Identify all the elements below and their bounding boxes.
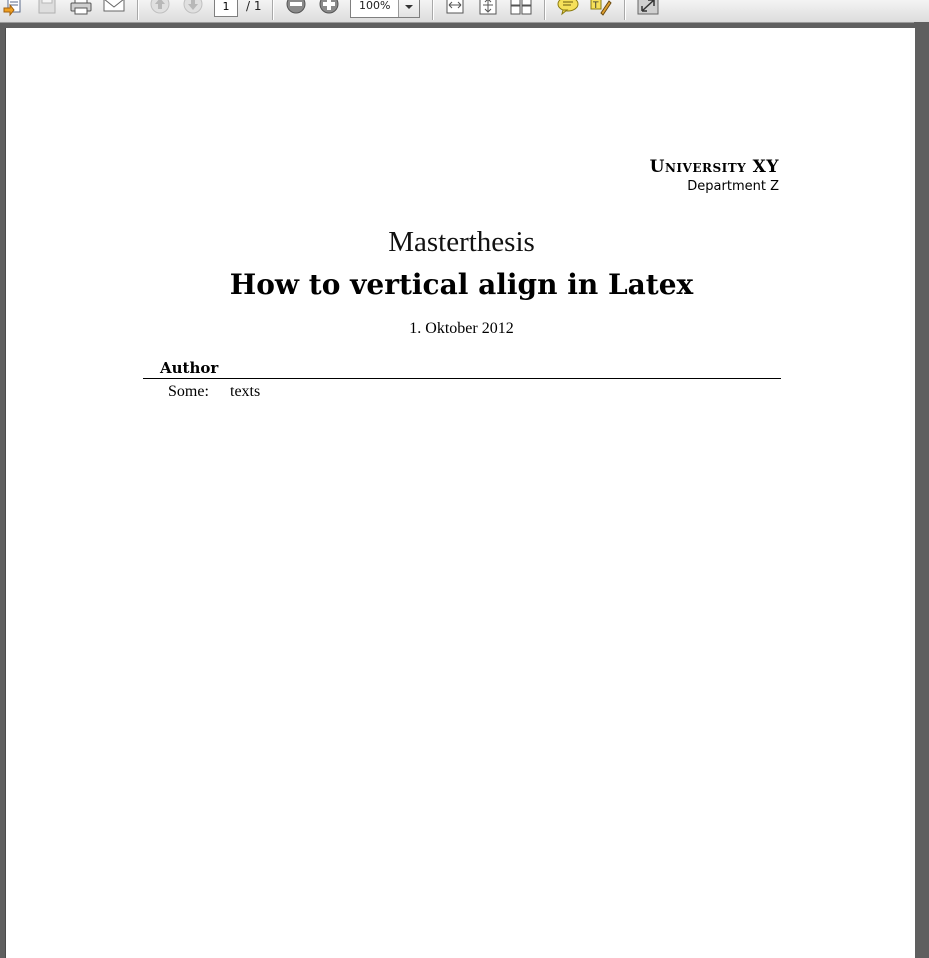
- zoom-value: 100%: [359, 0, 391, 12]
- fit-width-icon[interactable]: [443, 0, 467, 18]
- email-icon[interactable]: [102, 0, 126, 18]
- svg-text:T: T: [592, 1, 599, 11]
- viewer-background: [914, 22, 929, 945]
- author-heading: Author: [160, 359, 219, 377]
- highlight-icon[interactable]: T: [589, 0, 613, 18]
- zoom-out-icon[interactable]: [284, 0, 308, 18]
- save-icon[interactable]: [36, 0, 60, 18]
- expand-icon[interactable]: [636, 0, 660, 18]
- next-page-icon[interactable]: [181, 0, 205, 18]
- zoom-in-icon[interactable]: [317, 0, 341, 18]
- toolbar-separator: [624, 0, 626, 20]
- chevron-down-icon[interactable]: [398, 0, 419, 17]
- open-icon[interactable]: [2, 0, 26, 18]
- entry-value: texts: [230, 383, 261, 400]
- toolbar-separator: [432, 0, 434, 20]
- fit-page-icon[interactable]: [476, 0, 500, 18]
- thesis-type: Masterthesis: [388, 226, 535, 258]
- zoom-select[interactable]: 100%: [350, 0, 420, 18]
- toolbar-separator: [137, 0, 139, 20]
- heading-rule: [143, 378, 781, 379]
- pdf-page: University XY Department Z Masterthesis …: [5, 28, 915, 958]
- page-number-input[interactable]: 1: [214, 0, 238, 17]
- previous-page-icon[interactable]: [148, 0, 172, 18]
- toolbar-separator: [272, 0, 274, 20]
- page-number-value: 1: [222, 0, 230, 13]
- page-total-label: / 1: [246, 0, 262, 13]
- thumbnails-icon[interactable]: [509, 0, 533, 18]
- thesis-title: How to vertical align in Latex: [229, 268, 694, 301]
- university-name: University XY: [649, 157, 779, 177]
- print-icon[interactable]: [69, 0, 93, 18]
- entry-key: Some:: [168, 383, 209, 400]
- department-name: Department Z: [687, 179, 779, 194]
- thesis-date: 1. Oktober 2012: [409, 320, 514, 337]
- toolbar-separator: [544, 0, 546, 20]
- comment-icon[interactable]: [556, 0, 580, 18]
- pdf-toolbar: 1 / 1 100% T: [0, 0, 929, 23]
